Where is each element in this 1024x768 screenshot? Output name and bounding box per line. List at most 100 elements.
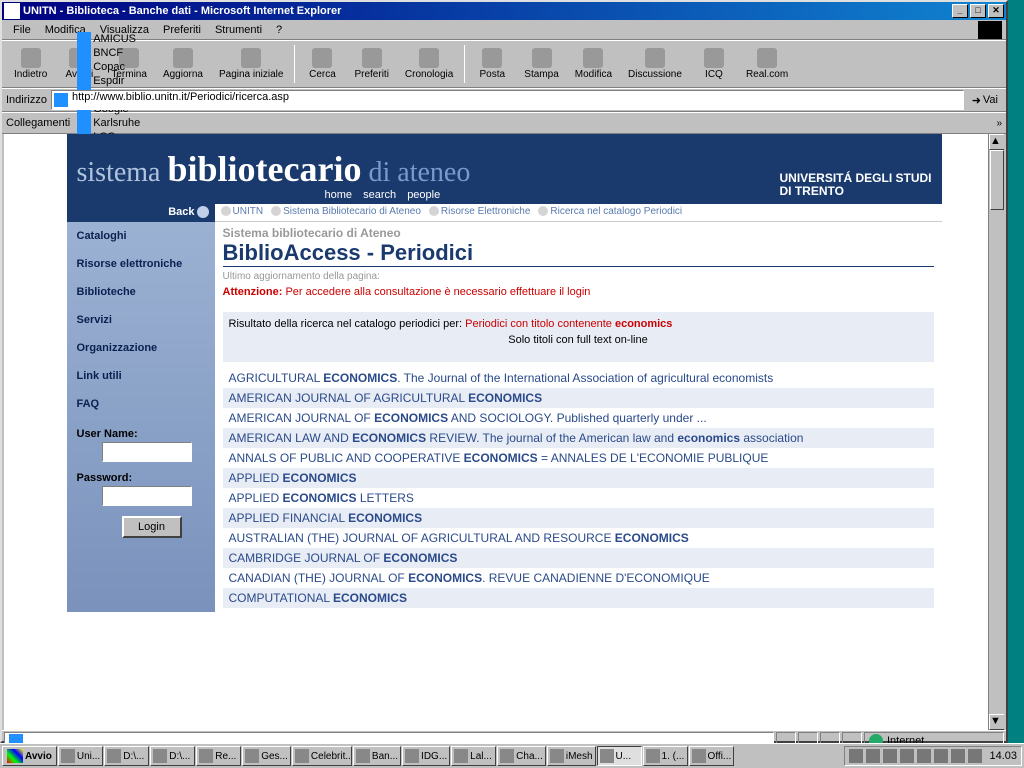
- toolbar: IndietroAvantiTerminaAggiornaPagina iniz…: [2, 40, 1006, 88]
- task-button[interactable]: Lal...: [451, 746, 496, 766]
- task-button[interactable]: Re...: [196, 746, 241, 766]
- login-button[interactable]: Login: [122, 516, 182, 538]
- task-button[interactable]: iMesh: [547, 746, 596, 766]
- breadcrumb-item[interactable]: Ricerca nel catalogo Periodici: [550, 206, 682, 217]
- tray-icon[interactable]: [883, 749, 897, 763]
- password-input[interactable]: [102, 486, 192, 506]
- task-button[interactable]: Offi...: [689, 746, 735, 766]
- result-row[interactable]: ANNALS OF PUBLIC AND COOPERATIVE ECONOMI…: [223, 448, 934, 468]
- tray-icon[interactable]: [866, 749, 880, 763]
- real.com-icon: [757, 48, 777, 68]
- start-button[interactable]: Avvio: [2, 746, 57, 766]
- addressbar: Indirizzo http://www.biblio.unitn.it/Per…: [2, 88, 1006, 112]
- task-button[interactable]: Ges...: [242, 746, 291, 766]
- last-updated: Ultimo aggiornamento della pagina:: [223, 271, 934, 282]
- tray-icon[interactable]: [900, 749, 914, 763]
- link-bncf[interactable]: BNCF: [74, 46, 147, 60]
- bullet-icon: [271, 206, 281, 216]
- task-button[interactable]: U...: [597, 746, 642, 766]
- result-row[interactable]: APPLIED ECONOMICS: [223, 468, 934, 488]
- sidebar-item-biblioteche[interactable]: Biblioteche: [67, 278, 215, 306]
- result-row[interactable]: CAMBRIDGE JOURNAL OF ECONOMICS: [223, 548, 934, 568]
- toolbar-modifica[interactable]: Modifica: [567, 46, 620, 82]
- tray-icon[interactable]: [934, 749, 948, 763]
- task-button[interactable]: D:\...: [104, 746, 149, 766]
- links-overflow[interactable]: »: [996, 118, 1002, 129]
- tray-icon[interactable]: [849, 749, 863, 763]
- university-name: UNIVERSITÁ DEGLI STUDI DI TRENTO: [779, 172, 931, 198]
- menu-help[interactable]: ?: [269, 22, 289, 38]
- link-icon: [77, 46, 91, 60]
- link-icon: [77, 74, 91, 88]
- sidebar-item-link-utili[interactable]: Link utili: [67, 362, 215, 390]
- link-copac[interactable]: Copac: [74, 60, 147, 74]
- nav-search[interactable]: search: [363, 189, 396, 201]
- maximize-button[interactable]: □: [970, 4, 986, 18]
- go-icon: ➜: [972, 94, 981, 107]
- toolbar-stampa[interactable]: Stampa: [516, 46, 566, 82]
- result-row[interactable]: AGRICULTURAL ECONOMICS. The Journal of t…: [223, 368, 934, 388]
- back-link[interactable]: Back: [67, 204, 215, 222]
- close-button[interactable]: ✕: [988, 4, 1004, 18]
- section-label: Sistema bibliotecario di Ateneo: [223, 226, 934, 240]
- task-button[interactable]: Celebrit...: [292, 746, 352, 766]
- vertical-scrollbar[interactable]: ▲ ▼: [988, 134, 1004, 730]
- task-button[interactable]: Ban...: [353, 746, 401, 766]
- result-row[interactable]: APPLIED FINANCIAL ECONOMICS: [223, 508, 934, 528]
- tray-icon[interactable]: [951, 749, 965, 763]
- scroll-down-button[interactable]: ▼: [989, 714, 1004, 730]
- address-input[interactable]: http://www.biblio.unitn.it/Periodici/ric…: [51, 90, 964, 110]
- menu-file[interactable]: File: [6, 22, 38, 38]
- result-row[interactable]: CANADIAN (THE) JOURNAL OF ECONOMICS. REV…: [223, 568, 934, 588]
- tray-icon[interactable]: [917, 749, 931, 763]
- stampa-icon: [532, 48, 552, 68]
- toolbar-cronologia[interactable]: Cronologia: [397, 46, 461, 82]
- menu-preferiti[interactable]: Preferiti: [156, 22, 208, 38]
- task-button[interactable]: 1. (...: [643, 746, 688, 766]
- toolbar-pagina iniziale[interactable]: Pagina iniziale: [211, 46, 292, 82]
- nav-home[interactable]: home: [325, 189, 353, 201]
- minimize-button[interactable]: _: [952, 4, 968, 18]
- link-amicus[interactable]: AMICUS: [74, 32, 147, 46]
- menu-strumenti[interactable]: Strumenti: [208, 22, 269, 38]
- result-row[interactable]: AMERICAN JOURNAL OF ECONOMICS AND SOCIOL…: [223, 408, 934, 428]
- result-row[interactable]: COMPUTATIONAL ECONOMICS: [223, 588, 934, 608]
- sidebar-item-faq[interactable]: FAQ: [67, 390, 215, 418]
- username-input[interactable]: [102, 442, 192, 462]
- result-row[interactable]: AMERICAN LAW AND ECONOMICS REVIEW. The j…: [223, 428, 934, 448]
- breadcrumb-item[interactable]: Sistema Bibliotecario di Ateneo: [283, 206, 421, 217]
- result-row[interactable]: AUSTRALIAN (THE) JOURNAL OF AGRICULTURAL…: [223, 528, 934, 548]
- task-button[interactable]: Uni...: [58, 746, 103, 766]
- go-button[interactable]: ➜ Vai: [968, 94, 1002, 107]
- scroll-up-button[interactable]: ▲: [989, 134, 1004, 150]
- sidebar-item-organizzazione[interactable]: Organizzazione: [67, 334, 215, 362]
- breadcrumb-item[interactable]: Risorse Elettroniche: [441, 206, 530, 217]
- task-icon: [245, 749, 259, 763]
- toolbar-aggiorna[interactable]: Aggiorna: [155, 46, 211, 82]
- task-button[interactable]: D:\...: [150, 746, 195, 766]
- toolbar-cerca[interactable]: Cerca: [298, 46, 346, 82]
- sidebar-item-cataloghi[interactable]: Cataloghi: [67, 222, 215, 250]
- task-button[interactable]: Cha...: [497, 746, 546, 766]
- link-espdir[interactable]: Espdir: [74, 74, 147, 88]
- toolbar-icq[interactable]: ICQ: [690, 46, 738, 82]
- sidebar-item-servizi[interactable]: Servizi: [67, 306, 215, 334]
- task-button[interactable]: IDG...: [402, 746, 450, 766]
- toolbar-indietro[interactable]: Indietro: [6, 46, 55, 82]
- sidebar-item-risorse-elettroniche[interactable]: Risorse elettroniche: [67, 250, 215, 278]
- nav-people[interactable]: people: [407, 189, 440, 201]
- result-row[interactable]: AMERICAN JOURNAL OF AGRICULTURAL ECONOMI…: [223, 388, 934, 408]
- toolbar-posta[interactable]: Posta: [468, 46, 516, 82]
- toolbar-preferiti[interactable]: Preferiti: [346, 46, 396, 82]
- toolbar-real.com[interactable]: Real.com: [738, 46, 796, 82]
- link-karlsruhe[interactable]: Karlsruhe: [74, 116, 147, 130]
- discussione-icon: [645, 48, 665, 68]
- result-row[interactable]: APPLIED ECONOMICS LETTERS: [223, 488, 934, 508]
- scroll-thumb[interactable]: [990, 150, 1004, 210]
- link-icon: [77, 60, 91, 74]
- breadcrumb-item[interactable]: UNITN: [233, 206, 264, 217]
- tray-icon[interactable]: [968, 749, 982, 763]
- posta-icon: [482, 48, 502, 68]
- clock[interactable]: 14.03: [989, 750, 1017, 762]
- toolbar-discussione[interactable]: Discussione: [620, 46, 690, 82]
